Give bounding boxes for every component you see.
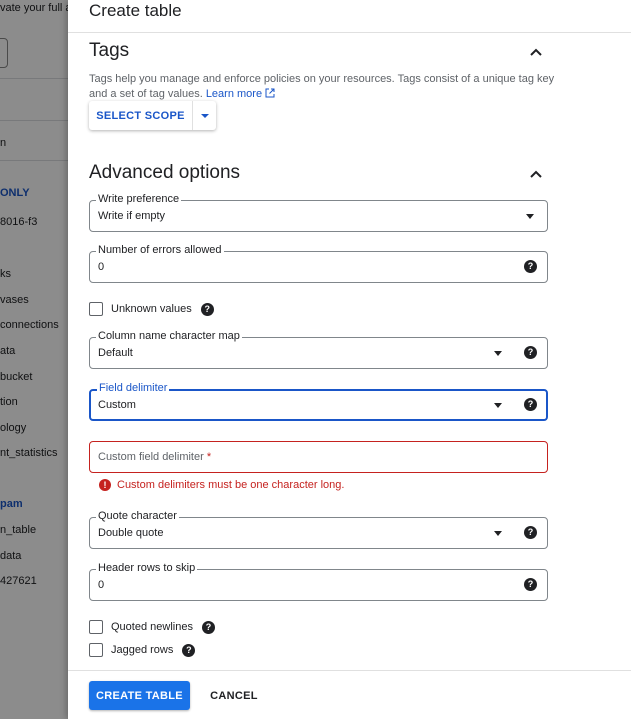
panel-header: Create table [68,0,631,33]
chevron-up-icon[interactable] [527,165,545,183]
unknown-values-label: Unknown values [111,303,192,315]
column-map-select[interactable]: Column name character map Default ? [89,330,548,369]
quote-character-value: Double quote [98,527,164,539]
errors-allowed-input[interactable]: Number of errors allowed 0 ? [89,244,548,283]
header-rows-value: 0 [98,579,105,591]
help-icon[interactable]: ? [524,346,537,359]
write-preference-value: Write if empty [98,210,166,222]
help-icon[interactable]: ? [524,398,537,411]
dropdown-arrow-icon [494,403,502,408]
custom-delimiter-error: ! Custom delimiters must be one characte… [99,479,344,491]
unknown-values-checkbox[interactable] [89,302,103,316]
help-icon[interactable]: ? [524,526,537,539]
create-table-panel: Create table Tags Tags help you manage a… [68,0,631,719]
help-icon[interactable]: ? [200,302,214,316]
write-preference-label: Write preference [96,193,182,206]
custom-delimiter-input[interactable]: Custom field delimiter * [89,441,548,473]
quoted-newlines-row: Quoted newlines ? [89,620,215,634]
jagged-rows-row: Jagged rows ? [89,643,196,657]
modal-scrim[interactable] [0,0,68,719]
external-link-icon [265,88,275,98]
select-scope-menu-button[interactable] [193,101,216,130]
column-map-value: Default [98,347,133,359]
write-preference-select[interactable]: Write preference Write if empty [89,193,548,232]
advanced-options-title: Advanced options [89,162,241,183]
dropdown-arrow-icon [526,214,534,219]
panel-title: Create table [89,1,182,20]
background-page: vate your full a n ONLY 8016-f3 ks vases… [0,0,68,719]
help-icon[interactable]: ? [524,578,537,591]
custom-delimiter-placeholder: Custom field delimiter * [98,451,212,463]
help-icon[interactable]: ? [524,260,537,273]
header-rows-input[interactable]: Header rows to skip 0 ? [89,562,548,601]
chevron-up-icon[interactable] [527,43,545,61]
caret-down-icon [200,113,209,118]
errors-allowed-value: 0 [98,261,105,273]
column-map-label: Column name character map [96,330,242,343]
panel-footer: CREATE TABLE CANCEL [68,670,631,719]
tags-section-title: Tags [89,40,130,61]
quote-character-select[interactable]: Quote character Double quote ? [89,510,548,549]
field-delimiter-value: Custom [98,399,136,411]
tags-description: Tags help you manage and enforce policie… [89,72,559,102]
select-scope-button[interactable]: SELECT SCOPE [89,101,193,130]
help-icon[interactable]: ? [201,620,215,634]
jagged-rows-checkbox[interactable] [89,643,103,657]
errors-allowed-label: Number of errors allowed [96,244,224,257]
quoted-newlines-label: Quoted newlines [111,621,193,633]
create-table-button[interactable]: CREATE TABLE [89,681,190,710]
cancel-button[interactable]: CANCEL [201,681,267,710]
learn-more-link[interactable]: Learn more [206,88,262,100]
custom-delimiter-error-text: Custom delimiters must be one character … [117,479,345,491]
select-scope-split-button: SELECT SCOPE [89,101,216,130]
header-rows-label: Header rows to skip [96,562,198,575]
help-icon[interactable]: ? [182,643,196,657]
field-delimiter-select[interactable]: Field delimiter Custom ? [89,382,548,421]
unknown-values-row: Unknown values ? [89,302,214,316]
quoted-newlines-checkbox[interactable] [89,620,103,634]
error-icon: ! [99,479,111,491]
tags-description-text: Tags help you manage and enforce policie… [89,73,555,100]
jagged-rows-label: Jagged rows [111,644,174,656]
field-delimiter-label: Field delimiter [97,382,170,395]
dropdown-arrow-icon [494,351,502,356]
quote-character-label: Quote character [96,510,179,523]
dropdown-arrow-icon [494,531,502,536]
